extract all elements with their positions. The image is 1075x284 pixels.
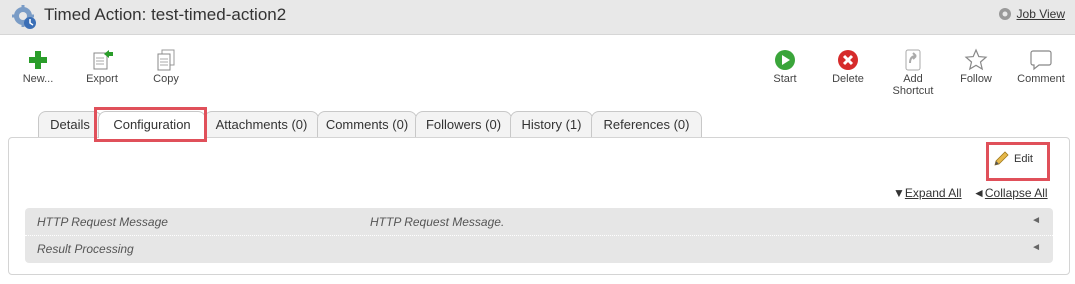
edit-button[interactable]: Edit — [992, 150, 1033, 168]
pencil-icon — [994, 151, 1009, 166]
start-button[interactable]: Start — [765, 47, 805, 85]
shortcut-icon — [905, 49, 921, 71]
add-shortcut-label-2: Shortcut — [892, 85, 934, 97]
comment-button[interactable]: Comment — [1014, 47, 1068, 85]
collapse-all-link[interactable]: Collapse All — [985, 186, 1048, 200]
comment-label: Comment — [1017, 73, 1065, 85]
tab-configuration[interactable]: Configuration — [98, 111, 206, 138]
grid-row-result-processing[interactable]: Result Processing ◄ — [25, 235, 1053, 262]
add-shortcut-label: Add — [903, 73, 923, 85]
expand-all-link[interactable]: Expand All — [905, 186, 962, 200]
export-icon — [93, 50, 113, 70]
gear-icon — [998, 8, 1011, 20]
tab-comments[interactable]: Comments (0) — [317, 111, 417, 137]
tab-attachments[interactable]: Attachments (0) — [204, 111, 319, 137]
export-label: Export — [86, 73, 118, 85]
add-shortcut-button[interactable]: Add Shortcut — [888, 47, 938, 97]
new-button[interactable]: New... — [18, 47, 58, 85]
export-button[interactable]: Export — [82, 47, 122, 85]
gear-icon — [12, 5, 36, 29]
play-icon — [775, 50, 795, 70]
delete-icon — [838, 50, 858, 70]
comment-icon — [1030, 50, 1052, 71]
config-grid: HTTP Request Message HTTP Request Messag… — [25, 208, 1053, 263]
star-icon — [964, 48, 988, 71]
title-bar: Timed Action: test-timed-action2 Job Vie… — [0, 0, 1075, 35]
row-name: HTTP Request Message — [37, 215, 168, 229]
job-view-label: Job View — [1016, 7, 1065, 21]
expand-arrow-icon: ▼ — [893, 186, 905, 200]
follow-label: Follow — [960, 73, 992, 85]
page-title: Timed Action: test-timed-action2 — [44, 5, 287, 24]
delete-label: Delete — [832, 73, 864, 85]
expand-all-control[interactable]: ▼Expand All — [893, 186, 962, 200]
tab-followers[interactable]: Followers (0) — [415, 111, 512, 137]
edit-label: Edit — [1014, 153, 1033, 165]
collapse-all-control[interactable]: ◄Collapse All — [973, 186, 1048, 200]
follow-button[interactable]: Follow — [956, 47, 996, 85]
delete-button[interactable]: Delete — [828, 47, 868, 85]
copy-button[interactable]: Copy — [146, 47, 186, 85]
start-label: Start — [773, 73, 797, 85]
new-label: New... — [22, 73, 54, 85]
row-value: HTTP Request Message. — [370, 215, 505, 229]
tab-details[interactable]: Details — [38, 111, 102, 137]
job-view-link[interactable]: Job View — [997, 6, 1065, 22]
grid-row-http-request[interactable]: HTTP Request Message HTTP Request Messag… — [25, 208, 1053, 236]
collapse-arrow-icon: ◄ — [973, 186, 985, 200]
expand-row-icon[interactable]: ◄ — [1031, 242, 1041, 253]
copy-icon — [157, 49, 175, 71]
tab-history[interactable]: History (1) — [510, 111, 593, 137]
tab-references[interactable]: References (0) — [591, 111, 702, 137]
row-name: Result Processing — [37, 242, 134, 256]
plus-icon — [29, 51, 47, 69]
expand-row-icon[interactable]: ◄ — [1031, 215, 1041, 226]
copy-label: Copy — [153, 73, 179, 85]
